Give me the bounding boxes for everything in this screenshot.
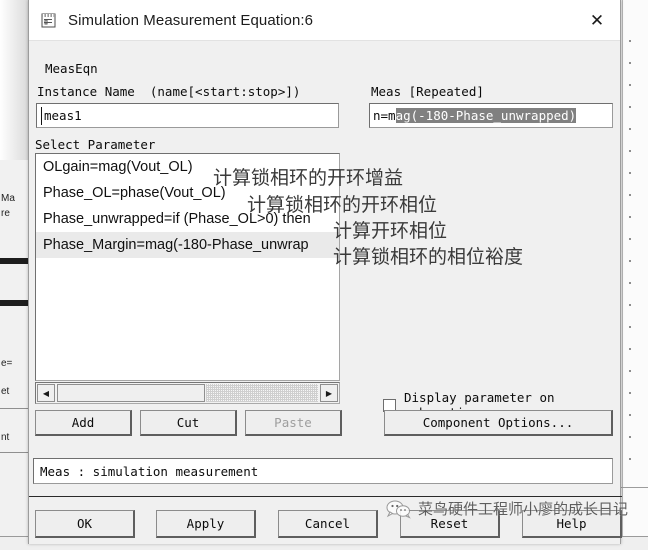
background-fragment-1: re <box>1 208 10 219</box>
list-item[interactable]: OLgain=mag(Vout_OL) <box>36 154 339 180</box>
add-button[interactable]: Add <box>35 410 132 436</box>
background-fragment-3: et <box>1 386 10 397</box>
parameter-list-horizontal-scrollbar[interactable]: ◀ ▶ <box>35 382 340 404</box>
scrollbar-thumb[interactable] <box>57 384 205 402</box>
footer-separator <box>29 496 622 497</box>
title-bar: Simulation Measurement Equation:6 ✕ <box>29 0 620 41</box>
meas-expression-prefix: n=m <box>373 108 396 123</box>
background-fragment-4: nt <box>1 432 10 443</box>
help-button[interactable]: Help <box>522 510 622 538</box>
background-divider-dark-1 <box>0 258 30 264</box>
window-title: Simulation Measurement Equation:6 <box>68 11 314 29</box>
instance-name-value: meas1 <box>44 108 82 123</box>
paste-button[interactable]: Paste <box>245 410 342 436</box>
list-item[interactable]: Phase_unwrapped=if (Phase_OL>0) then <box>36 206 339 232</box>
simulation-measurement-equation-dialog: Simulation Measurement Equation:6 ✕ Meas… <box>28 0 622 544</box>
apply-button[interactable]: Apply <box>156 510 256 538</box>
reset-button[interactable]: Reset <box>400 510 500 538</box>
background-fragment-0: Ma <box>1 193 15 204</box>
instance-name-label: Instance Name (name[<start:stop>]) <box>37 84 301 99</box>
background-fragment-2: e= <box>1 358 13 369</box>
scrollbar-track[interactable] <box>206 384 318 402</box>
dialog-body: MeasEqn Instance Name (name[<start:stop>… <box>29 41 622 544</box>
document-equation-icon <box>40 11 58 29</box>
scroll-right-arrow-icon[interactable]: ▶ <box>320 384 338 402</box>
background-ruler <box>622 0 648 550</box>
select-parameter-label: Select Parameter <box>35 137 156 152</box>
text-caret <box>41 107 42 125</box>
cancel-button[interactable]: Cancel <box>278 510 378 538</box>
status-text: Meas : simulation measurement <box>40 463 259 479</box>
parameter-listbox[interactable]: OLgain=mag(Vout_OL) Phase_OL=phase(Vout_… <box>35 153 340 381</box>
list-item[interactable]: Phase_OL=phase(Vout_OL) <box>36 180 339 206</box>
instance-name-input[interactable]: meas1 <box>36 103 339 128</box>
close-icon[interactable]: ✕ <box>574 0 620 41</box>
ok-button[interactable]: OK <box>35 510 135 538</box>
background-left-strip-top <box>0 0 30 160</box>
meas-repeated-label: Meas [Repeated] <box>371 84 484 99</box>
status-bar: Meas : simulation measurement <box>33 458 613 484</box>
cut-button[interactable]: Cut <box>140 410 237 436</box>
background-divider-2 <box>0 452 30 453</box>
scroll-left-arrow-icon[interactable]: ◀ <box>37 384 55 402</box>
meas-expression-input[interactable]: n=m ag(-180-Phase_unwrapped) <box>369 103 613 128</box>
meas-expression-selected-text: ag(-180-Phase_unwrapped) <box>395 108 577 123</box>
background-divider-dark-2 <box>0 300 30 306</box>
component-options-button[interactable]: Component Options... <box>384 410 613 436</box>
list-item[interactable]: Phase_Margin=mag(-180-Phase_unwrap <box>36 232 339 258</box>
background-divider-1 <box>0 408 30 409</box>
measeqn-group-label: MeasEqn <box>45 61 98 76</box>
